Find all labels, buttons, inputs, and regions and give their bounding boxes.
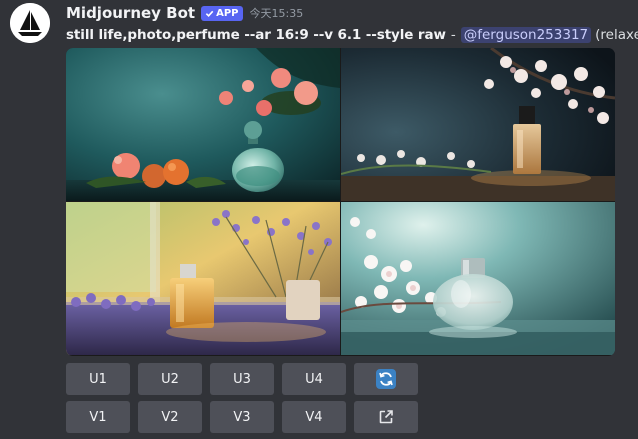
app-badge: APP bbox=[201, 5, 243, 21]
lavender-perfume-image bbox=[66, 202, 340, 355]
user-mention[interactable]: @ferguson253317 bbox=[460, 27, 592, 43]
app-badge-label: APP bbox=[216, 7, 239, 19]
upscale-3-button[interactable]: U3 bbox=[210, 363, 274, 395]
prompt-separator: - bbox=[450, 27, 456, 43]
upscale-2-button[interactable]: U2 bbox=[138, 363, 202, 395]
image-tile-2[interactable] bbox=[341, 48, 615, 201]
image-grid[interactable] bbox=[66, 48, 615, 356]
teal-perfume-image bbox=[66, 48, 340, 201]
open-link-button[interactable] bbox=[354, 401, 418, 433]
variation-3-button[interactable]: V3 bbox=[210, 401, 274, 433]
external-link-icon bbox=[379, 410, 393, 424]
prompt-text: still life,photo,perfume --ar 16:9 --v 6… bbox=[66, 27, 446, 43]
generation-mode: (relaxed) bbox=[595, 27, 638, 43]
image-tile-1[interactable] bbox=[66, 48, 340, 201]
upscale-4-button[interactable]: U4 bbox=[282, 363, 346, 395]
author-name[interactable]: Midjourney Bot bbox=[66, 4, 195, 22]
bot-avatar[interactable] bbox=[10, 3, 50, 43]
timestamp: 今天15:35 bbox=[249, 7, 304, 20]
image-tile-4[interactable] bbox=[341, 202, 615, 355]
amber-perfume-image bbox=[341, 48, 615, 201]
image-tile-3[interactable] bbox=[66, 202, 340, 355]
prompt-line: still life,photo,perfume --ar 16:9 --v 6… bbox=[66, 25, 638, 45]
clear-perfume-image bbox=[341, 202, 615, 355]
checkmark-icon bbox=[205, 10, 214, 17]
reroll-button[interactable] bbox=[354, 363, 418, 395]
variation-button-row: V1 V2 V3 V4 bbox=[66, 401, 418, 433]
variation-4-button[interactable]: V4 bbox=[282, 401, 346, 433]
upscale-button-row: U1 U2 U3 U4 bbox=[66, 363, 418, 395]
sailboat-icon bbox=[10, 3, 50, 43]
refresh-icon bbox=[376, 369, 396, 389]
variation-1-button[interactable]: V1 bbox=[66, 401, 130, 433]
variation-2-button[interactable]: V2 bbox=[138, 401, 202, 433]
message-header: Midjourney Bot APP 今天15:35 bbox=[66, 3, 303, 23]
upscale-1-button[interactable]: U1 bbox=[66, 363, 130, 395]
